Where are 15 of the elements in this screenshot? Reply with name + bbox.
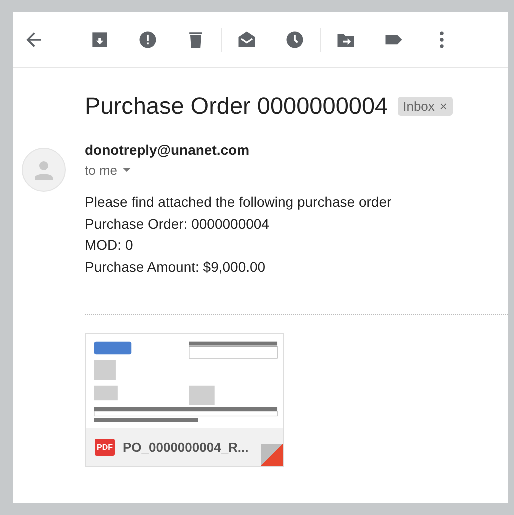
page-corner-icon — [261, 444, 283, 466]
email-subject: Purchase Order 0000000004 — [85, 93, 388, 120]
message-text: MOD: 0 — [85, 236, 134, 255]
message-text: Purchase Amount: $9,000.00 — [85, 258, 266, 276]
message-text: Purchase Order: 0000000004 — [85, 214, 270, 234]
label-text: Inbox — [403, 99, 435, 114]
recipient-text: to me — [85, 163, 118, 178]
sender-address: donotreply@unanet.com — [85, 142, 251, 158]
avatar-icon — [22, 148, 66, 192]
remove-label-button[interactable]: × — [440, 99, 448, 114]
message-text: Please find attached the following purchase order — [85, 193, 392, 212]
pdf-file-icon: PDF — [95, 438, 115, 456]
attachment-filename: PO_0000000004_R... — [123, 440, 249, 454]
caret-icon[interactable] — [122, 168, 131, 173]
attachment-card[interactable]: PDF PO_0000000004_R... — [85, 333, 284, 467]
